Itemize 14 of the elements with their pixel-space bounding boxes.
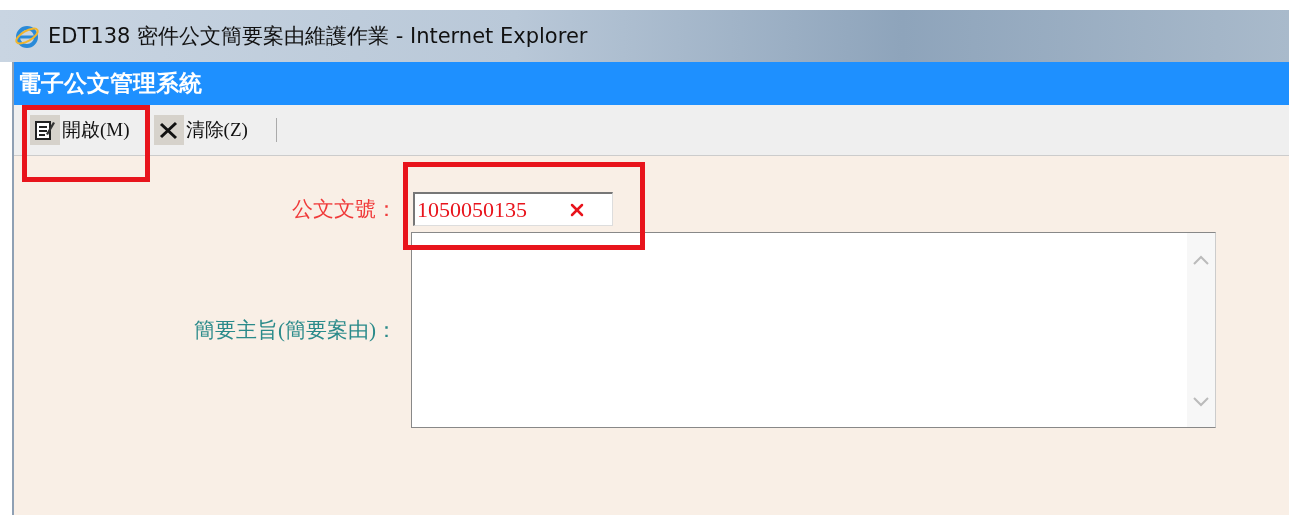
doc-number-label: 公文文號： [292,196,397,223]
browser-logo-icon [14,23,40,49]
summary-label: 簡要主旨(簡要案由)： [194,317,397,344]
window-title: EDT138 密件公文簡要案由維護作業 - Internet Explorer [48,23,588,50]
open-button[interactable]: 開啟(M) [30,113,136,147]
doc-number-input[interactable]: 1050050135 [415,196,567,223]
scrollbar[interactable] [1187,233,1215,427]
scroll-down-icon[interactable] [1193,397,1209,407]
doc-number-field[interactable]: 1050050135 [413,192,613,226]
clear-button[interactable]: 清除(Z) [153,113,254,147]
app-title: 電子公文管理系統 [18,70,202,98]
edit-document-icon [34,119,56,141]
scroll-up-icon[interactable] [1193,255,1209,265]
cross-tool-icon [157,119,180,141]
